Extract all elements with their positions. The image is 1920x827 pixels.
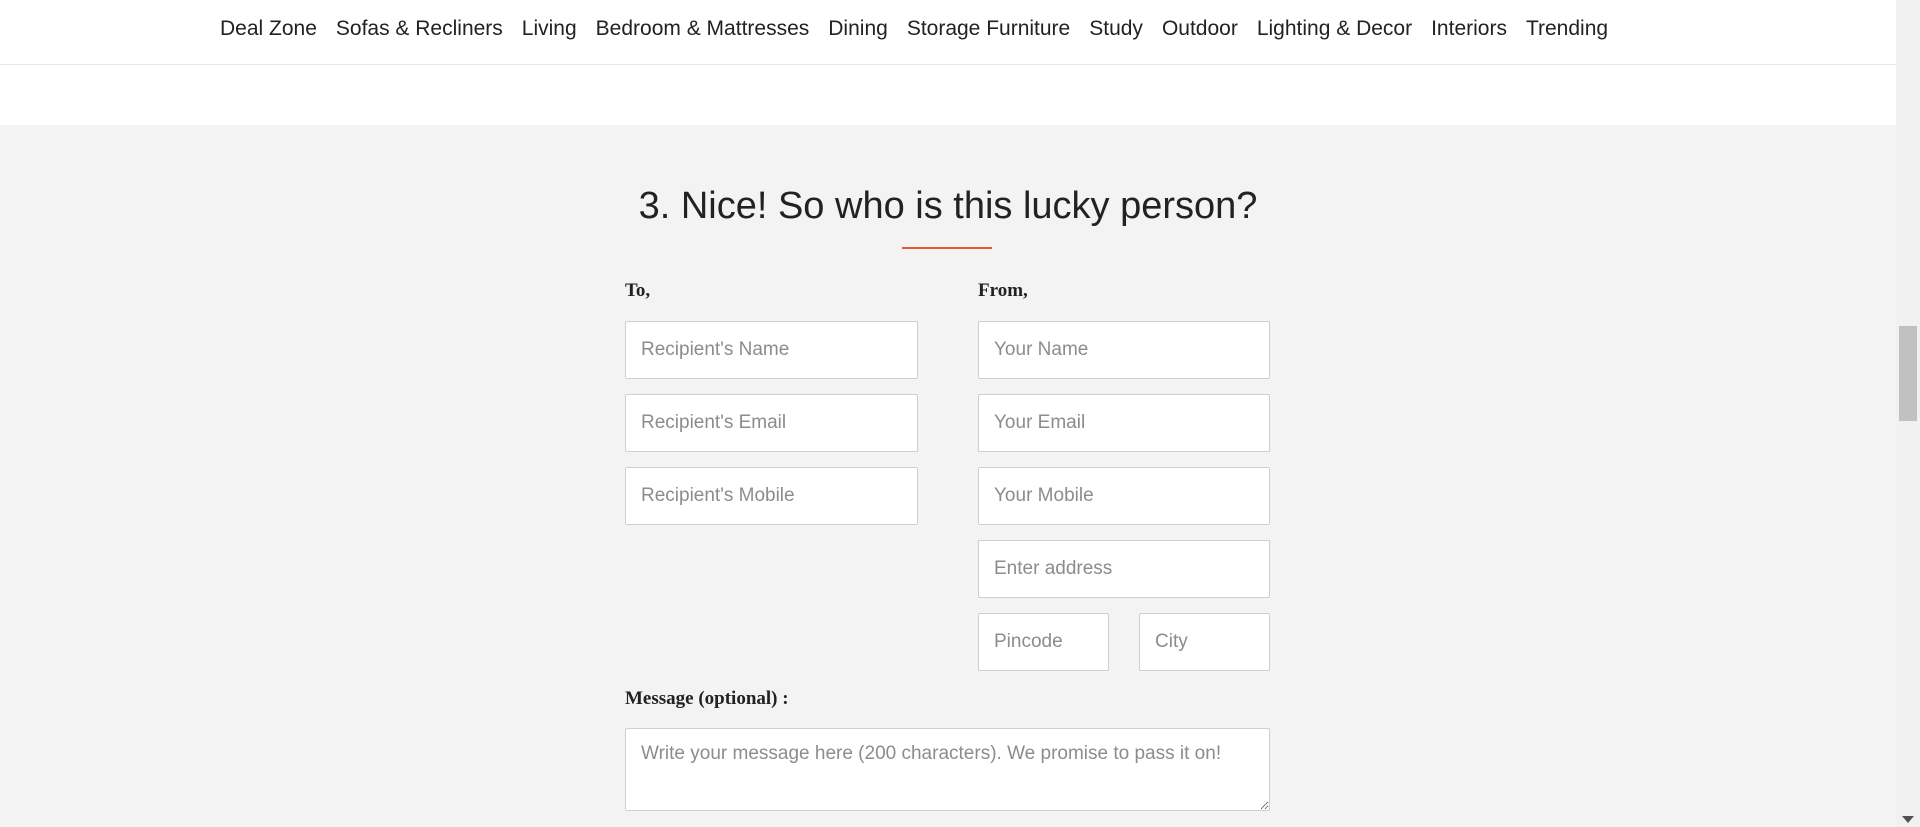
from-label: From,	[978, 280, 1028, 301]
scrollbar-thumb[interactable]	[1899, 326, 1917, 421]
category-menu: Deal Zone Sofas & Recliners Living Bedro…	[220, 14, 1618, 44]
nav-item-dining[interactable]: Dining	[819, 14, 898, 44]
section-title: 3. Nice! So who is this lucky person?	[638, 185, 1258, 227]
nav-item-trending[interactable]: Trending	[1516, 14, 1617, 44]
recipient-email-input[interactable]	[625, 394, 918, 452]
gift-form-section	[0, 125, 1896, 827]
message-textarea[interactable]	[625, 728, 1270, 811]
nav-item-lighting-decor[interactable]: Lighting & Decor	[1247, 14, 1421, 44]
sender-name-input[interactable]	[978, 321, 1270, 379]
recipient-name-input[interactable]	[625, 321, 918, 379]
sender-mobile-input[interactable]	[978, 467, 1270, 525]
nav-item-deal-zone[interactable]: Deal Zone	[220, 14, 326, 44]
nav-item-living[interactable]: Living	[512, 14, 586, 44]
to-label: To,	[625, 280, 651, 301]
message-label: Message (optional) :	[625, 688, 789, 709]
nav-item-outdoor[interactable]: Outdoor	[1152, 14, 1247, 44]
nav-item-study[interactable]: Study	[1080, 14, 1153, 44]
title-underline	[902, 247, 992, 249]
page-scrollbar[interactable]	[1896, 0, 1920, 827]
nav-item-bedroom-mattresses[interactable]: Bedroom & Mattresses	[586, 14, 819, 44]
recipient-mobile-input[interactable]	[625, 467, 918, 525]
city-input[interactable]	[1139, 613, 1270, 671]
nav-item-sofas-recliners[interactable]: Sofas & Recliners	[326, 14, 512, 44]
top-navigation: Deal Zone Sofas & Recliners Living Bedro…	[0, 0, 1896, 65]
sender-email-input[interactable]	[978, 394, 1270, 452]
spacer-band	[0, 65, 1896, 125]
scroll-down-arrow-icon[interactable]	[1902, 816, 1914, 823]
nav-item-interiors[interactable]: Interiors	[1422, 14, 1517, 44]
nav-item-storage-furniture[interactable]: Storage Furniture	[897, 14, 1079, 44]
address-input[interactable]	[978, 540, 1270, 598]
pincode-input[interactable]	[978, 613, 1109, 671]
